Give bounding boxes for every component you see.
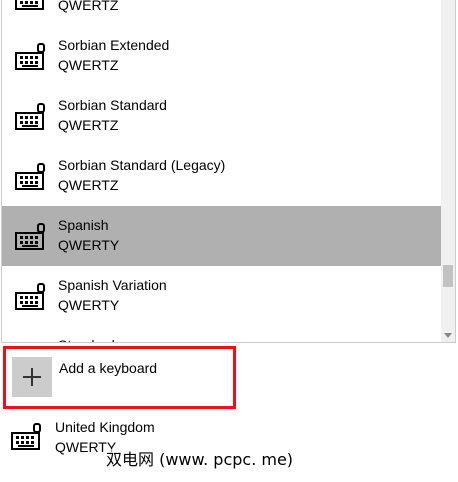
keyboard-settings-panel: QWERTZ Sorbian Extended QWERTZ Sorbian S… [0,0,458,482]
keyboard-option-layout: QWERTY [58,237,120,253]
keyboard-icon [15,163,45,190]
keyboard-option-name: Spanish Variation [58,277,167,293]
keyboard-option-text: Spanish QWERTY [58,215,119,255]
keyboard-icon [15,43,45,70]
keyboard-option-text: Sorbian Standard QWERTZ [58,95,167,135]
keyboard-options: QWERTZ Sorbian Extended QWERTZ Sorbian S… [2,0,442,343]
site-watermark: 双电网 (www. pcpc. me) [106,449,294,471]
keyboard-option-name: Spanish [58,217,109,233]
keyboard-option-text: QWERTZ [58,0,118,15]
keyboard-icon [14,342,48,343]
keyboard-dropdown-list[interactable]: QWERTZ Sorbian Extended QWERTZ Sorbian S… [1,0,456,343]
keyboard-option-layout: QWERTZ [58,117,119,133]
keyboard-option-text: Spanish Variation QWERTY [58,275,167,315]
keyboard-option-sorbian-extended[interactable]: Sorbian Extended QWERTZ [2,26,442,86]
keyboard-option-layout: QWERTZ [58,57,119,73]
keyboard-option-sorbian-standard[interactable]: Sorbian Standard QWERTZ [2,86,442,146]
add-keyboard-label: Add a keyboard [59,360,158,376]
keyboard-option-spanish[interactable]: Spanish QWERTY [2,206,442,266]
keyboard-option-name: Sorbian Standard [58,97,167,113]
keyboard-option-name: Standard [58,335,115,342]
keyboard-icon [15,223,45,250]
keyboard-icon [11,423,41,450]
keyboard-option-text: Standard [58,335,115,342]
keyboard-icon [15,103,45,130]
keyboard-option-sorbian-standard-legacy[interactable]: Sorbian Standard (Legacy) QWERTZ [2,146,442,206]
plus-icon [12,357,52,397]
keyboard-option-layout: QWERTZ [58,177,119,193]
keyboard-option-text: Sorbian Extended QWERTZ [58,35,169,75]
keyboard-option-text: Sorbian Standard (Legacy) QWERTZ [58,155,225,195]
scroll-down-arrow-icon[interactable] [444,333,452,338]
add-keyboard-button[interactable]: Add a keyboard [3,346,236,409]
keyboard-option-partial-top[interactable]: QWERTZ [2,0,442,26]
keyboard-option-layout: QWERTZ [58,0,119,13]
keyboard-icon [15,0,44,10]
keyboard-option-layout: QWERTY [58,297,120,313]
keyboard-option-name: Sorbian Standard (Legacy) [58,157,226,173]
keyboard-option-standard[interactable]: Standard [2,326,442,343]
keyboard-option-spanish-variation[interactable]: Spanish Variation QWERTY [2,266,442,326]
keyboard-icon [15,283,45,310]
list-scrollbar[interactable] [441,0,455,342]
installed-keyboard-name: United Kingdom [55,419,155,435]
scrollbar-thumb[interactable] [443,265,453,287]
keyboard-option-name: Sorbian Extended [58,37,170,53]
